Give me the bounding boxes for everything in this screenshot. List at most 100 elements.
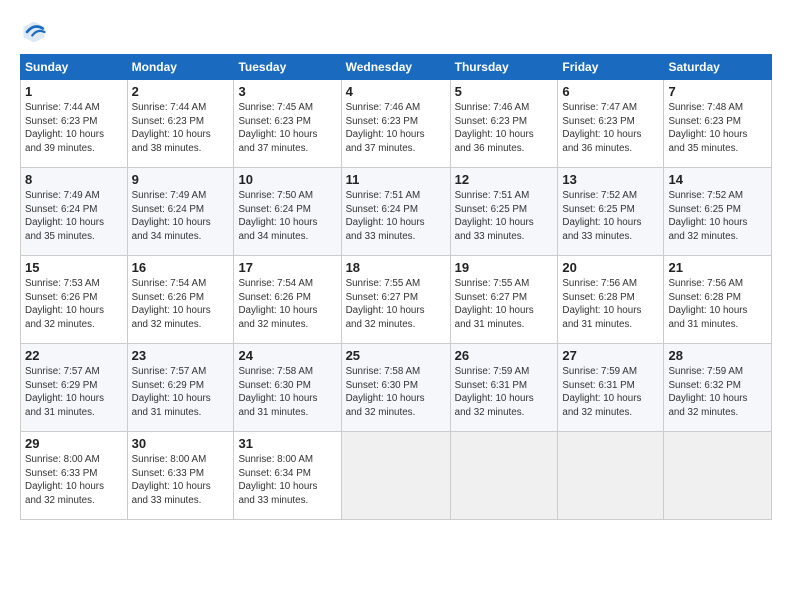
day-info: Sunrise: 7:59 AM Sunset: 6:31 PM Dayligh… — [455, 365, 554, 420]
calendar-cell: 19Sunrise: 7:55 AM Sunset: 6:27 PM Dayli… — [450, 256, 558, 344]
day-info: Sunrise: 7:44 AM Sunset: 6:23 PM Dayligh… — [25, 101, 123, 156]
calendar-cell: 18 Sunrise: 7:55 AM Sunset: 6:27 PM Dayli… — [341, 256, 450, 344]
calendar-cell: 24Sunrise: 7:58 AM Sunset: 6:30 PM Dayli… — [234, 344, 341, 432]
day-number: 20 — [562, 260, 659, 275]
day-info: Sunrise: 7:50 AM Sunset: 6:24 PM Dayligh… — [238, 189, 336, 244]
day-number: 16 — [132, 260, 230, 275]
day-info: Sunrise: 7:54 AM Sunset: 6:26 PM Dayligh… — [132, 277, 230, 332]
calendar-cell: 17 Sunrise: 7:54 AM Sunset: 6:26 PM Dayli… — [234, 256, 341, 344]
day-info: Sunrise: 7:59 AM Sunset: 6:32 PM Dayligh… — [668, 365, 767, 420]
day-info: Sunrise: 7:58 AM Sunset: 6:30 PM Dayligh… — [238, 365, 336, 420]
day-number: 4 — [346, 84, 446, 99]
day-info: Sunrise: 8:00 AM Sunset: 6:33 PM Dayligh… — [25, 453, 123, 508]
calendar-cell: 7 Sunrise: 7:48 AM Sunset: 6:23 PM Daylig… — [664, 80, 772, 168]
day-info: Sunrise: 7:47 AM Sunset: 6:23 PM Dayligh… — [562, 101, 659, 156]
day-info: Sunrise: 7:52 AM Sunset: 6:25 PM Dayligh… — [668, 189, 767, 244]
weekday-header-sunday: Sunday — [21, 55, 128, 80]
day-number: 29 — [25, 436, 123, 451]
day-number: 15 — [25, 260, 123, 275]
calendar-cell: 14 Sunrise: 7:52 AM Sunset: 6:25 PM Dayli… — [664, 168, 772, 256]
day-info: Sunrise: 7:45 AM Sunset: 6:23 PM Dayligh… — [238, 101, 336, 156]
calendar-cell — [341, 432, 450, 520]
day-number: 26 — [455, 348, 554, 363]
day-info: Sunrise: 7:49 AM Sunset: 6:24 PM Dayligh… — [132, 189, 230, 244]
calendar-cell: 3 Sunrise: 7:45 AM Sunset: 6:23 PM Daylig… — [234, 80, 341, 168]
day-number: 7 — [668, 84, 767, 99]
day-number: 6 — [562, 84, 659, 99]
calendar-cell: 15 Sunrise: 7:53 AM Sunset: 6:26 PM Dayli… — [21, 256, 128, 344]
day-info: Sunrise: 7:59 AM Sunset: 6:31 PM Dayligh… — [562, 365, 659, 420]
calendar-table: SundayMondayTuesdayWednesdayThursdayFrid… — [20, 54, 772, 520]
day-info: Sunrise: 7:56 AM Sunset: 6:28 PM Dayligh… — [562, 277, 659, 332]
day-number: 3 — [238, 84, 336, 99]
calendar-cell: 25 Sunrise: 7:58 AM Sunset: 6:30 PM Dayli… — [341, 344, 450, 432]
day-number: 27 — [562, 348, 659, 363]
calendar-cell — [558, 432, 664, 520]
day-info: Sunrise: 7:53 AM Sunset: 6:26 PM Dayligh… — [25, 277, 123, 332]
day-number: 2 — [132, 84, 230, 99]
calendar-cell: 11Sunrise: 7:51 AM Sunset: 6:24 PM Dayli… — [341, 168, 450, 256]
calendar-cell: 9 Sunrise: 7:49 AM Sunset: 6:24 PM Daylig… — [127, 168, 234, 256]
calendar-cell: 26 Sunrise: 7:59 AM Sunset: 6:31 PM Dayli… — [450, 344, 558, 432]
calendar-cell: 10 Sunrise: 7:50 AM Sunset: 6:24 PM Dayli… — [234, 168, 341, 256]
calendar-cell: 16 Sunrise: 7:54 AM Sunset: 6:26 PM Dayli… — [127, 256, 234, 344]
logo-icon — [20, 18, 48, 46]
calendar-cell: 20 Sunrise: 7:56 AM Sunset: 6:28 PM Dayli… — [558, 256, 664, 344]
day-info: Sunrise: 7:48 AM Sunset: 6:23 PM Dayligh… — [668, 101, 767, 156]
day-number: 13 — [562, 172, 659, 187]
day-info: Sunrise: 7:52 AM Sunset: 6:25 PM Dayligh… — [562, 189, 659, 244]
calendar-cell: 8 Sunrise: 7:49 AM Sunset: 6:24 PM Daylig… — [21, 168, 128, 256]
weekday-header-saturday: Saturday — [664, 55, 772, 80]
page-header — [20, 18, 772, 46]
day-info: Sunrise: 7:46 AM Sunset: 6:23 PM Dayligh… — [346, 101, 446, 156]
day-number: 10 — [238, 172, 336, 187]
calendar-cell: 31 Sunrise: 8:00 AM Sunset: 6:34 PM Dayli… — [234, 432, 341, 520]
calendar-cell: 30 Sunrise: 8:00 AM Sunset: 6:33 PM Dayli… — [127, 432, 234, 520]
day-info: Sunrise: 7:44 AM Sunset: 6:23 PM Dayligh… — [132, 101, 230, 156]
calendar-cell — [664, 432, 772, 520]
weekday-header-tuesday: Tuesday — [234, 55, 341, 80]
calendar-cell: 28 Sunrise: 7:59 AM Sunset: 6:32 PM Dayli… — [664, 344, 772, 432]
day-info: Sunrise: 7:55 AM Sunset: 6:27 PM Dayligh… — [455, 277, 554, 332]
calendar-cell: 21 Sunrise: 7:56 AM Sunset: 6:28 PM Dayli… — [664, 256, 772, 344]
day-number: 17 — [238, 260, 336, 275]
day-number: 5 — [455, 84, 554, 99]
day-number: 30 — [132, 436, 230, 451]
calendar-cell — [450, 432, 558, 520]
calendar-cell: 2 Sunrise: 7:44 AM Sunset: 6:23 PM Daylig… — [127, 80, 234, 168]
calendar-cell: 13 Sunrise: 7:52 AM Sunset: 6:25 PM Dayli… — [558, 168, 664, 256]
weekday-header-wednesday: Wednesday — [341, 55, 450, 80]
day-number: 31 — [238, 436, 336, 451]
calendar-cell: 4 Sunrise: 7:46 AM Sunset: 6:23 PM Daylig… — [341, 80, 450, 168]
calendar-cell: 12 Sunrise: 7:51 AM Sunset: 6:25 PM Dayli… — [450, 168, 558, 256]
day-number: 12 — [455, 172, 554, 187]
day-info: Sunrise: 7:51 AM Sunset: 6:25 PM Dayligh… — [455, 189, 554, 244]
calendar-cell: 23 Sunrise: 7:57 AM Sunset: 6:29 PM Dayli… — [127, 344, 234, 432]
day-number: 25 — [346, 348, 446, 363]
day-number: 1 — [25, 84, 123, 99]
calendar-cell: 22Sunrise: 7:57 AM Sunset: 6:29 PM Dayli… — [21, 344, 128, 432]
calendar-cell: 29 Sunrise: 8:00 AM Sunset: 6:33 PM Dayli… — [21, 432, 128, 520]
day-info: Sunrise: 7:46 AM Sunset: 6:23 PM Dayligh… — [455, 101, 554, 156]
weekday-header-friday: Friday — [558, 55, 664, 80]
day-number: 21 — [668, 260, 767, 275]
day-info: Sunrise: 7:56 AM Sunset: 6:28 PM Dayligh… — [668, 277, 767, 332]
day-info: Sunrise: 7:49 AM Sunset: 6:24 PM Dayligh… — [25, 189, 123, 244]
day-info: Sunrise: 8:00 AM Sunset: 6:33 PM Dayligh… — [132, 453, 230, 508]
day-number: 14 — [668, 172, 767, 187]
day-info: Sunrise: 7:57 AM Sunset: 6:29 PM Dayligh… — [132, 365, 230, 420]
day-info: Sunrise: 7:51 AM Sunset: 6:24 PM Dayligh… — [346, 189, 446, 244]
day-info: Sunrise: 7:54 AM Sunset: 6:26 PM Dayligh… — [238, 277, 336, 332]
calendar-cell: 27 Sunrise: 7:59 AM Sunset: 6:31 PM Dayli… — [558, 344, 664, 432]
day-info: Sunrise: 7:55 AM Sunset: 6:27 PM Dayligh… — [346, 277, 446, 332]
day-info: Sunrise: 7:58 AM Sunset: 6:30 PM Dayligh… — [346, 365, 446, 420]
day-number: 22 — [25, 348, 123, 363]
day-number: 28 — [668, 348, 767, 363]
calendar-cell: 5 Sunrise: 7:46 AM Sunset: 6:23 PM Daylig… — [450, 80, 558, 168]
logo — [20, 18, 52, 46]
day-number: 8 — [25, 172, 123, 187]
day-info: Sunrise: 8:00 AM Sunset: 6:34 PM Dayligh… — [238, 453, 336, 508]
day-number: 18 — [346, 260, 446, 275]
day-number: 23 — [132, 348, 230, 363]
day-number: 9 — [132, 172, 230, 187]
